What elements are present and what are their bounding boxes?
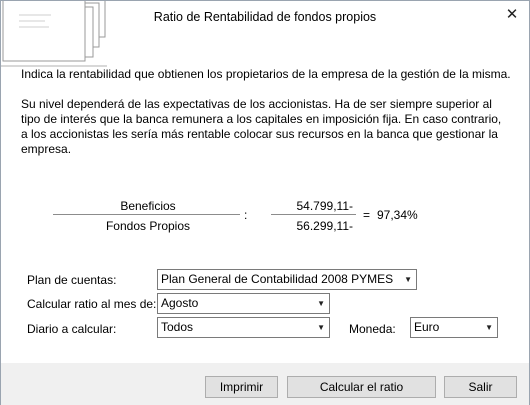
plan-select[interactable]: Plan General de Contabilidad 2008 PYMES … <box>157 269 417 290</box>
chevron-down-icon: ▼ <box>317 323 325 332</box>
numerator-value: 54.799,11- <box>296 199 354 213</box>
denominator-value: 56.299,11- <box>296 219 354 233</box>
intro-line1: Indica la rentabilidad que obtienen los … <box>21 67 511 81</box>
button-bar: Imprimir Calcular el ratio Salir <box>1 363 529 405</box>
exit-button[interactable]: Salir <box>444 376 517 398</box>
fraction-line-labels <box>53 214 240 215</box>
diario-value: Todos <box>161 320 194 334</box>
ratio-result: 97,34% <box>377 208 418 222</box>
print-button[interactable]: Imprimir <box>205 376 278 398</box>
plan-value: Plan General de Contabilidad 2008 PYMES <box>161 272 394 286</box>
mes-select[interactable]: Agosto ▼ <box>157 293 330 314</box>
title-bar: Ratio de Rentabilidad de fondos propios … <box>1 1 529 37</box>
close-icon[interactable]: ✕ <box>501 5 523 25</box>
dialog-title: Ratio de Rentabilidad de fondos propios <box>153 10 377 24</box>
chevron-down-icon: ▼ <box>485 323 493 332</box>
moneda-value: Euro <box>414 320 440 334</box>
equals-sign: = <box>363 208 371 222</box>
colon-separator: : <box>244 208 248 222</box>
calculate-button[interactable]: Calcular el ratio <box>287 376 436 398</box>
fraction-line-values <box>271 214 356 215</box>
diario-label: Diario a calcular: <box>27 322 117 336</box>
chevron-down-icon: ▼ <box>404 275 412 284</box>
moneda-label: Moneda: <box>349 322 396 336</box>
moneda-select[interactable]: Euro ▼ <box>410 317 498 338</box>
chevron-down-icon: ▼ <box>317 299 325 308</box>
ratio-dialog: Ratio de Rentabilidad de fondos propios … <box>0 0 530 405</box>
denominator-label: Fondos Propios <box>105 219 191 233</box>
numerator-label: Beneficios <box>120 199 176 213</box>
plan-label: Plan de cuentas: <box>27 273 117 287</box>
mes-label: Calcular ratio al mes de: <box>27 297 157 311</box>
mes-value: Agosto <box>161 296 199 310</box>
diario-select[interactable]: Todos ▼ <box>157 317 330 338</box>
intro-line2: Su nivel dependerá de las expectativas d… <box>21 97 502 156</box>
ratio-formula: Beneficios Fondos Propios : 54.799,11- 5… <box>1 191 529 241</box>
